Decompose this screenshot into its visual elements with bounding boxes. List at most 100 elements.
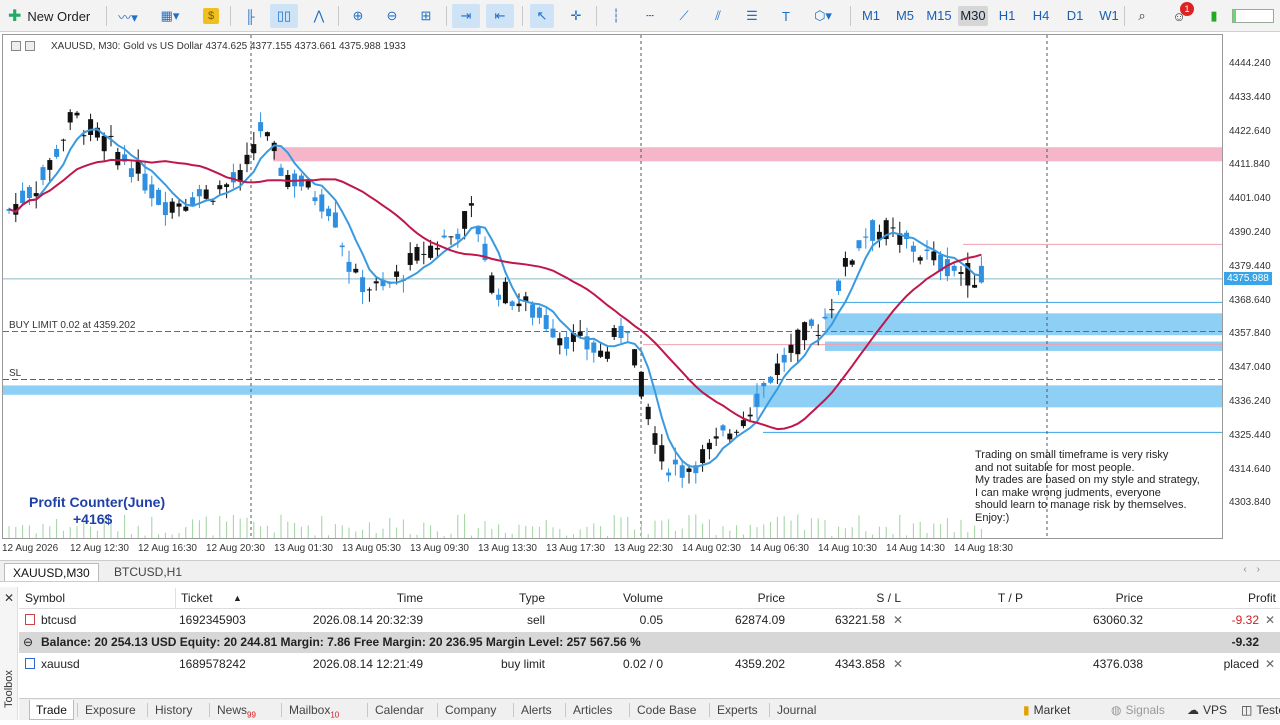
bottom-tester-button[interactable]: ◫Tester: [1241, 700, 1280, 720]
column-header-symbol[interactable]: Symbol: [25, 588, 65, 609]
profit-counter-value: +416$: [73, 511, 113, 527]
channel-icon[interactable]: ⫽: [706, 4, 730, 28]
column-header-volume[interactable]: Volume: [549, 588, 663, 609]
tab-journal[interactable]: Journal: [771, 700, 822, 720]
current-price-cell: 4376.038: [1092, 657, 1143, 671]
support-zone: [753, 385, 1222, 408]
trendline-icon[interactable]: ⟋: [672, 4, 696, 28]
candle-body: [632, 349, 638, 366]
tab-history[interactable]: History: [149, 700, 198, 720]
tab-chart-xauusd[interactable]: XAUUSD,M30: [4, 563, 99, 581]
tab-company[interactable]: Company: [439, 700, 502, 720]
time-axis[interactable]: 12 Aug 2026 12 Aug 12:30 12 Aug 16:30 12 Au…: [2, 539, 1223, 559]
column-header-tp[interactable]: T / P: [909, 588, 1023, 609]
bar-chart-icon[interactable]: ╟: [238, 4, 262, 28]
tab-calendar[interactable]: Calendar: [369, 700, 430, 720]
bottom-vps-button[interactable]: ☁ VPS: [1187, 700, 1227, 720]
column-header-type[interactable]: Type: [429, 588, 545, 609]
tab-mailbox[interactable]: Mailbox10: [283, 700, 345, 720]
bottom-signals-button[interactable]: ◍ Signals: [1111, 700, 1165, 720]
tab-news[interactable]: News99: [211, 700, 262, 720]
candlestick-chart-icon[interactable]: ▯▯: [270, 4, 298, 28]
collapse-icon[interactable]: ⊖: [23, 632, 33, 653]
candle-body: [462, 211, 468, 229]
chart-type-dropdown-icon[interactable]: 〰▾: [112, 4, 144, 28]
vertical-line-icon[interactable]: ┆: [604, 4, 628, 28]
time-cell: 2026.08.14 12:21:49: [312, 657, 423, 671]
zoom-out-icon[interactable]: ⊖: [380, 4, 404, 28]
chart-tab-scroll-arrows[interactable]: ‹›: [1243, 564, 1270, 575]
zoom-in-icon[interactable]: ⊕: [346, 4, 370, 28]
auto-scroll-icon[interactable]: ⇥: [452, 4, 480, 28]
line-chart-icon[interactable]: ⋀: [306, 4, 332, 28]
chart-shift-icon[interactable]: ⇤: [486, 4, 514, 28]
timeframe-m1[interactable]: M1: [856, 6, 886, 26]
toolbar-separator: [596, 6, 597, 26]
column-header-sl[interactable]: S / L: [789, 588, 901, 609]
candle-body: [768, 376, 774, 383]
templates-dropdown-icon[interactable]: ▦▾: [152, 4, 188, 28]
algo-trading-icon[interactable]: $: [200, 4, 222, 28]
candle-body: [679, 465, 685, 478]
column-header-profit[interactable]: Profit: [1149, 588, 1276, 609]
price-axis[interactable]: 4444.240 4433.440 4422.640 4411.840 4401.040…: [1223, 34, 1280, 539]
candle-body: [543, 315, 549, 330]
close-position-icon[interactable]: ✕: [1265, 610, 1275, 631]
tab-code-base[interactable]: Code Base: [631, 700, 702, 720]
timeframe-m5[interactable]: M5: [890, 6, 920, 26]
tp-cell[interactable]: [909, 654, 1023, 675]
tab-trade[interactable]: Trade: [29, 700, 74, 720]
column-header-price[interactable]: Price: [669, 588, 785, 609]
remove-sl-icon[interactable]: ✕: [893, 654, 903, 675]
candle-body: [203, 189, 209, 199]
cursor-icon[interactable]: ↖: [530, 4, 554, 28]
signal-strength-icon[interactable]: ▮: [1202, 4, 1226, 28]
timeframe-w1[interactable]: W1: [1094, 6, 1124, 26]
tab-articles[interactable]: Articles: [567, 700, 618, 720]
candle-body: [448, 236, 454, 238]
search-icon[interactable]: ⌕: [1130, 4, 1154, 28]
delete-order-icon[interactable]: ✕: [1265, 654, 1275, 675]
fibonacci-icon[interactable]: ☰: [740, 4, 764, 28]
one-click-trading-icon[interactable]: [25, 41, 35, 51]
column-header-current-price[interactable]: Price: [1029, 588, 1143, 609]
connection-indicator[interactable]: [1230, 4, 1276, 28]
tab-alerts[interactable]: Alerts: [515, 700, 558, 720]
chart-canvas[interactable]: XAUUSD, M30: Gold vs US Dollar 4374.625 …: [2, 34, 1223, 539]
tp-cell[interactable]: [909, 610, 1023, 631]
candle-body: [26, 187, 32, 199]
close-icon[interactable]: ✕: [4, 591, 14, 605]
candle-body: [856, 240, 862, 249]
bottom-market-button[interactable]: ▮ Market: [1023, 700, 1070, 720]
price-tick-label: 4325.440: [1229, 429, 1271, 441]
column-header-time[interactable]: Time: [281, 588, 423, 609]
new-order-button[interactable]: ✚ New Order: [8, 4, 90, 28]
price-tick-label: 4303.840: [1229, 497, 1271, 509]
trade-table: Symbol Ticket ▲ Time Type Volume Price S…: [19, 588, 1280, 698]
tab-chart-btcusd[interactable]: BTCUSD,H1: [106, 563, 190, 581]
tab-exposure[interactable]: Exposure: [79, 700, 142, 720]
tester-icon: ◫: [1241, 703, 1253, 717]
timeframe-m30[interactable]: M30: [958, 6, 988, 26]
crosshair-icon[interactable]: ✛: [564, 4, 588, 28]
tab-experts[interactable]: Experts: [711, 700, 764, 720]
notifications-icon[interactable]: ☺ 1: [1164, 2, 1194, 28]
sl-cell[interactable]: 4343.858: [789, 654, 885, 675]
chart-menu-icon[interactable]: [11, 41, 21, 51]
remove-sl-icon[interactable]: ✕: [893, 610, 903, 631]
candle-body: [530, 304, 536, 318]
timeframe-h4[interactable]: H4: [1026, 6, 1056, 26]
grid-icon[interactable]: ⊞: [414, 4, 438, 28]
shapes-dropdown-icon[interactable]: ⬡▾: [806, 4, 840, 28]
horizontal-line-icon[interactable]: ┄: [638, 4, 662, 28]
price-tick-label: 4433.440: [1229, 91, 1271, 103]
text-tool-icon[interactable]: T: [774, 4, 798, 28]
timeframe-d1[interactable]: D1: [1060, 6, 1090, 26]
column-header-ticket[interactable]: Ticket: [181, 588, 213, 609]
timeframe-h1[interactable]: H1: [992, 6, 1022, 26]
symbol-text: xauusd: [41, 657, 80, 671]
sl-cell[interactable]: 63221.58: [789, 610, 885, 631]
timeframe-m15[interactable]: M15: [924, 6, 954, 26]
table-row[interactable]: btcusd 1692345903 2026.08.14 20:32:39 se…: [19, 610, 1280, 631]
table-row[interactable]: xauusd 1689578242 2026.08.14 12:21:49 bu…: [19, 654, 1280, 675]
